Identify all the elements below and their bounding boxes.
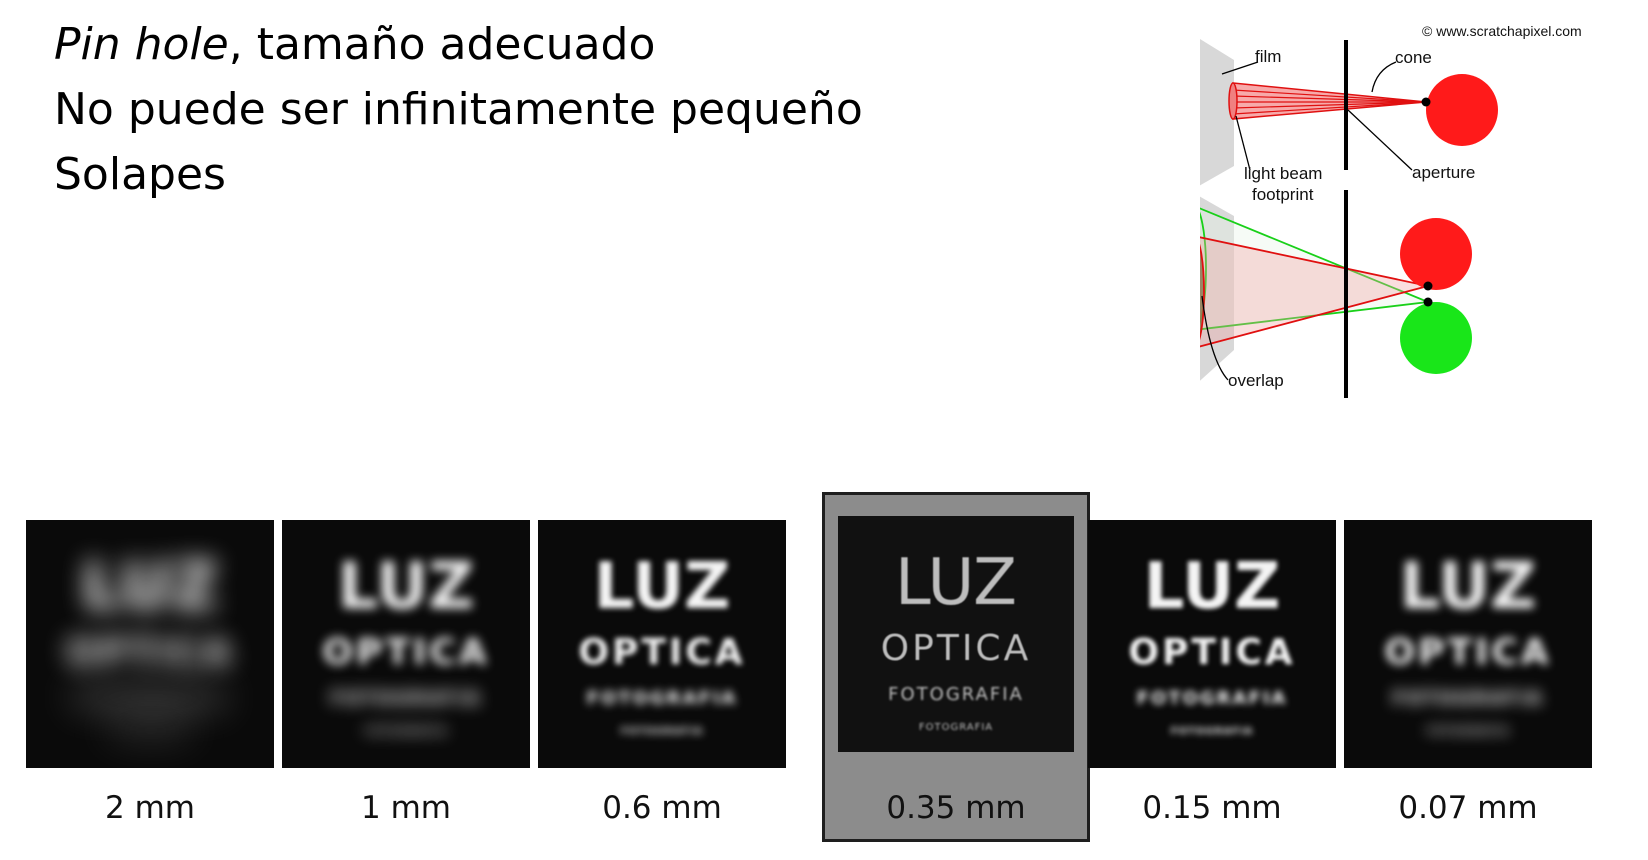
label-aperture: aperture (1412, 163, 1475, 182)
label-cone: cone (1395, 48, 1432, 67)
aperture-photo: LUZ OPTICA FOTOGRAFIA FOTOGRAFIA (26, 520, 274, 768)
photo-text-line: LUZ (1399, 550, 1537, 624)
photo-text-line: FOTOGRAFIA (1136, 688, 1288, 709)
bullet-text: No puede ser infinitamente pequeño (54, 84, 863, 135)
photo-text-line: FOTOGRAFIA (586, 688, 738, 709)
photo-text-line: LUZ (593, 550, 731, 624)
photo-text-line: LUZ (81, 550, 219, 624)
aperture-photo: LUZ OPTICA FOTOGRAFIA FOTOGRAFIA (838, 516, 1074, 752)
photo-text-line: FOTOGRAFIA (364, 726, 448, 737)
leader-line (1347, 109, 1413, 171)
red-sphere (1400, 218, 1472, 290)
leader-line (1235, 115, 1251, 171)
photo-text-line: LUZ (337, 550, 475, 624)
photo-text-line: OPTICA (1128, 632, 1296, 673)
photo-text-line: FOTOGRAFIA (108, 726, 192, 737)
green-sphere (1400, 302, 1472, 374)
diagram-credit: © www.scratchapixel.com (1422, 23, 1582, 39)
beam-footprint (1228, 82, 1238, 120)
photo-text-line: FOTOGRAFIA (1392, 688, 1544, 709)
aperture-caption: 0.35 mm (886, 790, 1026, 826)
photo-text-line: FOTOGRAFIA (1426, 726, 1510, 737)
photo-text-line: OPTICA (880, 628, 1032, 669)
photo-text-line: FOTOGRAFIA (74, 688, 226, 709)
aperture-photo: LUZ OPTICA FOTOGRAFIA FOTOGRAFIA (1088, 520, 1336, 768)
aperture-caption: 0.15 mm (1142, 790, 1282, 826)
label-film: film (1255, 47, 1281, 66)
red-cone (1200, 236, 1429, 348)
photo-text-line: LUZ (1143, 550, 1281, 624)
aperture-photo: LUZ OPTICA FOTOGRAFIA FOTOGRAFIA (282, 520, 530, 768)
aperture-caption: 0.07 mm (1398, 790, 1538, 826)
label-overlap: overlap (1228, 371, 1284, 390)
point-dot (1423, 297, 1433, 307)
pinhole-diagram: © www.scratchapixel.com film cone apertu… (1200, 20, 1600, 420)
photo-text-line: OPTICA (578, 632, 746, 673)
bullet-text: Solapes (54, 149, 226, 200)
photo-text-line: FOTOGRAFIA (888, 684, 1024, 705)
label-footprint: footprint (1252, 185, 1314, 204)
aperture-photo: LUZ OPTICA FOTOGRAFIA FOTOGRAFIA (538, 520, 786, 768)
pinhole-diagram-svg: © www.scratchapixel.com film cone apertu… (1200, 23, 1582, 398)
label-light-beam: light beam (1244, 164, 1322, 183)
bullet-text: , tamaño adecuado (228, 19, 656, 70)
photo-text-line: FOTOGRAFIA (1170, 726, 1254, 737)
bullet-pinhole: Pin hole, tamaño adecuado (54, 12, 863, 77)
point-dot (1423, 281, 1433, 291)
red-sphere (1426, 74, 1498, 146)
bullet-not-infinitely-small: No puede ser infinitamente pequeño (54, 77, 863, 142)
bullet-overlaps: Solapes (54, 142, 863, 207)
photo-text-line: LUZ (894, 546, 1018, 620)
photo-text-line: FOTOGRAFIA (918, 722, 994, 733)
bullet-emphasis: Pin hole (54, 19, 229, 70)
aperture-caption: 1 mm (361, 790, 451, 826)
photo-text-line: OPTICA (322, 632, 490, 673)
aperture-photo: LUZ OPTICA FOTOGRAFIA FOTOGRAFIA (1344, 520, 1592, 768)
photo-text-line: OPTICA (1384, 632, 1552, 673)
point-dot (1421, 97, 1431, 107)
film-plane-top (1200, 38, 1234, 186)
bullet-list: Pin hole, tamaño adecuado No puede ser i… (54, 12, 863, 207)
aperture-caption: 0.6 mm (602, 790, 722, 826)
aperture-caption: 2 mm (105, 790, 195, 826)
photo-text-line: FOTOGRAFIA (330, 688, 482, 709)
photo-text-line: OPTICA (66, 632, 234, 673)
photo-text-line: FOTOGRAFIA (620, 726, 704, 737)
leader-line (1371, 61, 1397, 93)
